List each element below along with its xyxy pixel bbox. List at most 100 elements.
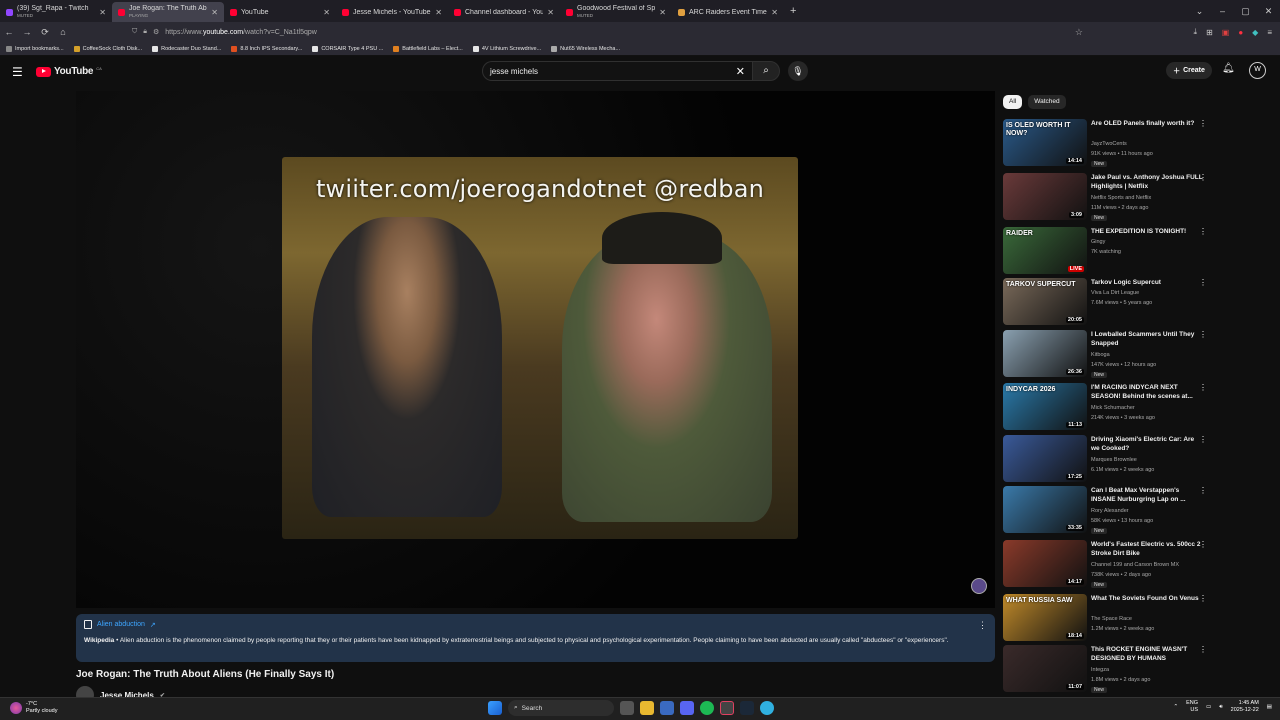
recommended-video[interactable]: 3:09 Jake Paul vs. Anthony Joshua FULL Hi… (1003, 173, 1213, 221)
video-thumbnail[interactable]: 26:36 (1003, 330, 1087, 377)
bookmark-item[interactable]: Import bookmarks... (6, 45, 64, 52)
channel-name[interactable]: Gingy (1091, 239, 1105, 245)
video-thumbnail[interactable]: RAIDER LIVE (1003, 227, 1087, 274)
browser-tab[interactable]: Jesse Michels - YouTube ✕ (336, 2, 448, 22)
app-icon[interactable] (660, 701, 674, 715)
channel-name[interactable]: Marques Brownlee (1091, 457, 1137, 463)
channel-name[interactable]: Kitboga (1091, 352, 1110, 358)
notification-icon[interactable]: ▤ (1267, 704, 1272, 710)
search-button[interactable]: ⌕ (752, 61, 780, 81)
monitor-icon[interactable]: ▭ (1206, 704, 1211, 710)
channel-name[interactable]: Integza (1091, 667, 1109, 673)
recommended-video[interactable]: 33:35 Can I Beat Max Verstappen's INSANE … (1003, 486, 1213, 534)
recommended-video[interactable]: 11:07 This ROCKET ENGINE WASN'T DESIGNED … (1003, 645, 1213, 693)
bookmark-item[interactable]: Rodecaster Duo Stand... (152, 45, 221, 52)
more-options-icon[interactable]: ⋮ (978, 620, 987, 631)
video-thumbnail[interactable]: 33:35 (1003, 486, 1087, 533)
browser-tab[interactable]: Channel dashboard - YouTube✕ (448, 2, 560, 22)
chip-all[interactable]: All (1003, 95, 1023, 109)
video-title[interactable]: I'M RACING INDYCAR NEXT SEASON! Behind t… (1091, 383, 1203, 401)
more-options-icon[interactable]: ⋮ (1199, 278, 1207, 287)
video-thumbnail[interactable]: 3:09 (1003, 173, 1087, 220)
app-icon[interactable] (720, 701, 734, 715)
recommended-video[interactable]: RAIDER LIVE THE EXPEDITION IS TONIGHT! Ging… (1003, 227, 1213, 275)
video-title[interactable]: I Lowballed Scammers Until They Snapped (1091, 330, 1203, 348)
recommended-video[interactable]: 26:36 I Lowballed Scammers Until They Sna… (1003, 330, 1213, 378)
url-bar[interactable]: ⛉ 🔒︎ ⚙ https://www.youtube.com/watch?v=C… (132, 24, 1087, 40)
forward-icon[interactable]: → (18, 27, 36, 37)
channel-name[interactable]: The Space Race (1091, 616, 1132, 622)
back-icon[interactable]: ← (0, 27, 18, 37)
language-indicator[interactable]: ENG US (1186, 700, 1198, 714)
close-tab-icon[interactable]: ✕ (211, 8, 218, 17)
video-title[interactable]: Driving Xiaomi's Electric Car: Are we Co… (1091, 435, 1203, 453)
video-thumbnail[interactable]: 14:17 (1003, 540, 1087, 587)
recommended-video[interactable]: WHAT RUSSIA SAW 18:14 What The Soviets Fou… (1003, 594, 1213, 642)
extension-icon[interactable]: ▣ (1222, 28, 1230, 37)
channel-name[interactable]: Netflix Sports and Netflix (1091, 195, 1151, 201)
search-input[interactable]: jesse michels ✕ (482, 61, 752, 81)
video-title[interactable]: Are OLED Panels finally worth it? (1091, 119, 1203, 128)
extension-icon[interactable]: ◆ (1252, 28, 1258, 37)
weather-widget[interactable]: -7°C Partly cloudy (10, 701, 58, 715)
tray-overflow-icon[interactable]: ⌃ (1173, 704, 1178, 710)
tab-list-icon[interactable]: ⌄ (1188, 6, 1211, 17)
video-title[interactable]: World's Fastest Electric vs. 500cc 2 Str… (1091, 540, 1203, 558)
bookmark-item[interactable]: CORSAIR Type 4 PSU ... (312, 45, 383, 52)
video-title[interactable]: This ROCKET ENGINE WASN'T DESIGNED BY HU… (1091, 645, 1203, 663)
clock[interactable]: 1:45 AM 2025-12-22 (1231, 700, 1259, 714)
volume-icon[interactable]: 🔊︎ (1219, 704, 1222, 711)
minimize-icon[interactable]: – (1211, 6, 1234, 16)
browser-tab[interactable]: ARC Raiders Event Timers | Met ✕ (672, 2, 784, 22)
more-options-icon[interactable]: ⋮ (1199, 119, 1207, 128)
bookmark-item[interactable]: CoffeeSock Cloth Disk... (73, 45, 142, 52)
video-title[interactable]: THE EXPEDITION IS TONIGHT! (1091, 227, 1203, 236)
taskbar-search[interactable]: ⌕ Search (508, 700, 614, 716)
video-title[interactable]: Jake Paul vs. Anthony Joshua FULL Highli… (1091, 173, 1203, 191)
notifications-bell-icon[interactable]: 🔔︎ (1222, 63, 1235, 74)
channel-watermark-icon[interactable] (971, 578, 987, 594)
close-tab-icon[interactable]: ✕ (659, 8, 666, 17)
home-icon[interactable]: ⌂ (54, 27, 72, 37)
info-panel-link[interactable]: Alien abduction (97, 621, 145, 628)
browser-tab[interactable]: YouTube ✕ (224, 2, 336, 22)
info-panel-source[interactable]: Wikipedia (84, 637, 114, 644)
bookmark-item[interactable]: Battlefield Labs – Elect... (393, 45, 463, 52)
video-thumbnail[interactable]: 17:25 (1003, 435, 1087, 482)
video-title[interactable]: Can I Beat Max Verstappen's INSANE Nurbu… (1091, 486, 1203, 504)
more-options-icon[interactable]: ⋮ (1199, 330, 1207, 339)
channel-name[interactable]: Channel 199 and Carson Brown MX (1091, 562, 1179, 568)
recommended-video[interactable]: TARKOV SUPERCUT 20:05 Tarkov Logic Supercu… (1003, 278, 1213, 326)
voice-search-button[interactable]: 🎙︎ (788, 61, 808, 81)
video-player[interactable]: twiiter.com/joerogandotnet @redban (76, 91, 995, 608)
recommended-video[interactable]: INDYCAR 2026 11:13 I'M RACING INDYCAR NEXT… (1003, 383, 1213, 431)
windows-start-icon[interactable] (488, 701, 502, 715)
file-explorer-icon[interactable] (640, 701, 654, 715)
close-tab-icon[interactable]: ✕ (323, 8, 330, 17)
bookmark-star-icon[interactable]: ☆ (1075, 27, 1083, 38)
menu-icon[interactable]: ≡ (1267, 28, 1272, 37)
video-thumbnail[interactable]: INDYCAR 2026 11:13 (1003, 383, 1087, 430)
more-options-icon[interactable]: ⋮ (1199, 227, 1207, 236)
more-options-icon[interactable]: ⋮ (1199, 540, 1207, 549)
browser-tab[interactable]: (39) Sgt_Rapa - Twitch MUTED ✕ (0, 2, 112, 22)
more-options-icon[interactable]: ⋮ (1199, 594, 1207, 603)
account-avatar[interactable]: W (1249, 62, 1266, 79)
create-button[interactable]: ＋ Create (1166, 62, 1212, 79)
extensions-icon[interactable]: ⊞ (1206, 28, 1213, 37)
close-tab-icon[interactable]: ✕ (99, 8, 106, 17)
extension-icon[interactable]: ● (1238, 28, 1243, 37)
recommended-video[interactable]: IS OLED WORTH IT NOW? 14:14 Are OLED Panel… (1003, 119, 1213, 167)
video-thumbnail[interactable]: IS OLED WORTH IT NOW? 14:14 (1003, 119, 1087, 166)
youtube-logo[interactable]: YouTube CA (36, 66, 102, 77)
close-window-icon[interactable]: ✕ (1257, 6, 1280, 17)
browser-tab[interactable]: Goodwood Festival of Speed -MUTED✕ (560, 2, 672, 22)
more-options-icon[interactable]: ⋮ (1199, 486, 1207, 495)
new-tab-icon[interactable]: + (790, 5, 796, 17)
close-tab-icon[interactable]: ✕ (771, 8, 778, 17)
bookmark-item[interactable]: 4V Lithium Screwdrive... (472, 45, 541, 52)
close-tab-icon[interactable]: ✕ (547, 8, 554, 17)
external-link-icon[interactable]: ↗ (150, 621, 156, 629)
video-thumbnail[interactable]: 11:07 (1003, 645, 1087, 692)
video-thumbnail[interactable]: WHAT RUSSIA SAW 18:14 (1003, 594, 1087, 641)
